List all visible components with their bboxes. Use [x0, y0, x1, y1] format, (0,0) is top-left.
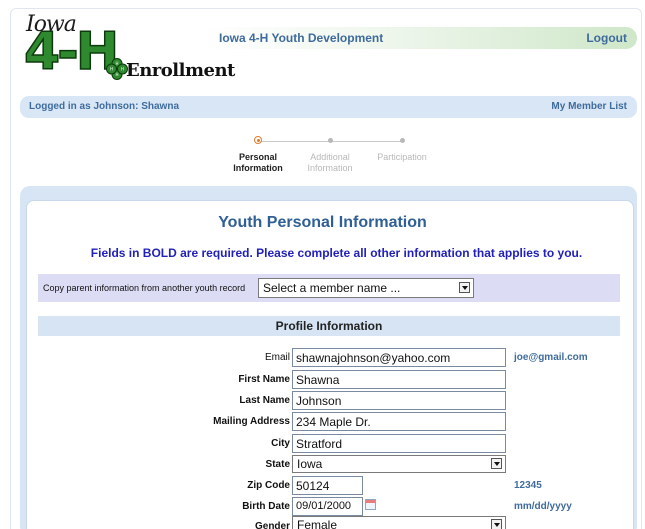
step-connector — [258, 141, 330, 142]
step-personal-line1: Personal — [238, 152, 278, 162]
birth-date-hint: mm/dd/yyyy — [514, 501, 572, 512]
logo-4h-text: 4-H — [23, 22, 120, 82]
user-bar: Logged in as Johnson: Shawna My Member L… — [20, 96, 637, 118]
step-personal-label[interactable]: Personal Information — [220, 152, 296, 174]
last-name-field[interactable]: Johnson — [292, 391, 506, 410]
step-participation-dot — [400, 138, 405, 143]
my-member-list-link[interactable]: My Member List — [551, 101, 627, 112]
logged-in-status: Logged in as Johnson: Shawna — [29, 101, 180, 112]
city-value: Stratford — [296, 437, 343, 451]
clover-icon: H H H H — [106, 58, 128, 80]
svg-text:H: H — [115, 72, 118, 77]
step-additional-label[interactable]: Additional Information — [292, 152, 368, 174]
birth-date-value: 09/01/2000 — [296, 500, 352, 512]
zip-code-value: 50124 — [296, 479, 330, 493]
required-fields-note: Fields in BOLD are required. Please comp… — [90, 246, 583, 260]
chevron-down-icon — [491, 458, 502, 469]
mailing-address-field[interactable]: 234 Maple Dr. — [292, 412, 506, 431]
first-name-label: First Name — [238, 374, 290, 385]
chevron-down-icon — [459, 282, 470, 293]
step-personal-dot — [254, 136, 262, 144]
zip-code-field[interactable]: 50124 — [292, 476, 363, 495]
site-title: Iowa 4-H Youth Development — [219, 31, 384, 45]
step-connector — [330, 141, 402, 142]
mailing-address-value: 234 Maple Dr. — [296, 415, 371, 429]
state-value: Iowa — [297, 457, 323, 471]
calendar-icon[interactable] — [365, 499, 376, 510]
logout-link[interactable]: Logout — [586, 31, 627, 45]
city-field[interactable]: Stratford — [292, 434, 506, 453]
step-additional-dot — [328, 138, 333, 143]
last-name-value: Johnson — [296, 394, 342, 408]
page-title: Youth Personal Information — [218, 214, 427, 231]
copy-parent-label: Copy parent information from another you… — [43, 283, 246, 293]
gender-value: Female — [297, 518, 338, 529]
first-name-field[interactable]: Shawna — [292, 370, 506, 389]
member-name-select[interactable]: Select a member name ... — [258, 278, 474, 298]
step-additional-line2: Information — [307, 163, 353, 173]
state-label: State — [265, 459, 290, 470]
state-select[interactable]: Iowa — [292, 455, 506, 473]
birth-date-label: Birth Date — [242, 501, 290, 512]
step-participation-line1: Participation — [377, 152, 427, 162]
step-personal-line2: Information — [233, 163, 283, 173]
email-field[interactable]: shawnajohnson@yahoo.com — [292, 348, 506, 367]
chevron-down-icon — [491, 519, 502, 529]
header-bar: Iowa 4-H Youth Development Logout — [200, 27, 637, 49]
svg-text:H: H — [110, 67, 113, 72]
svg-text:H: H — [121, 67, 124, 72]
logo-enrollment-text: Enrollment — [126, 60, 235, 81]
mailing-address-label: Mailing Address — [213, 416, 290, 427]
email-value: shawnajohnson@yahoo.com — [296, 351, 451, 365]
step-additional-line1: Additional — [310, 152, 350, 162]
zip-code-hint: 12345 — [514, 480, 542, 491]
email-label: Email — [264, 352, 290, 363]
profile-section-header: Profile Information — [38, 316, 620, 336]
birth-date-field[interactable]: 09/01/2000 — [292, 497, 363, 516]
first-name-value: Shawna — [296, 373, 340, 387]
step-participation-label[interactable]: Participation — [362, 152, 442, 163]
last-name-label: Last Name — [239, 395, 290, 406]
zip-code-label: Zip Code — [247, 480, 290, 491]
gender-label: Gender — [254, 521, 290, 529]
iowa-4h-enrollment-logo: Iowa 4-H H H H H Enrollment — [22, 12, 235, 92]
city-label: City — [271, 438, 290, 449]
gender-select[interactable]: Female — [292, 516, 506, 529]
email-hint: joe@gmail.com — [514, 352, 588, 363]
member-name-select-value: Select a member name ... — [263, 281, 401, 295]
progress-steps: Personal Information Additional Informat… — [220, 136, 450, 181]
svg-text:H: H — [115, 61, 118, 66]
